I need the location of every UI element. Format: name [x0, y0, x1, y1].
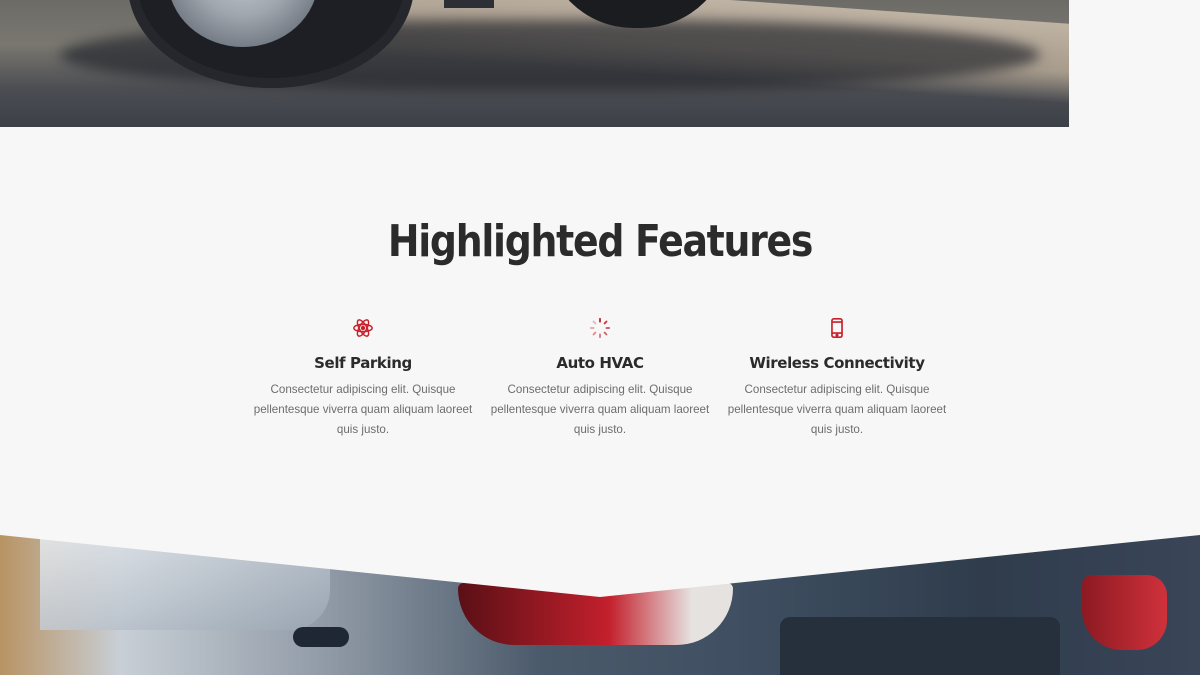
- section-title: Highlighted Features: [387, 216, 814, 267]
- atom-icon: [353, 319, 373, 337]
- feature-title: Self Parking: [314, 354, 412, 372]
- feature-title: Auto HVAC: [556, 354, 644, 372]
- feature-title: Wireless Connectivity: [749, 354, 925, 372]
- mobile-phone-icon: [831, 318, 843, 338]
- door-handle: [293, 627, 349, 647]
- feature-self-parking: Self Parking Consectetur adipiscing elit…: [244, 316, 482, 440]
- feature-auto-hvac: Auto HVAC Consectetur adipiscing elit. Q…: [481, 316, 719, 440]
- feature-description: Consectetur adipiscing elit. Quisque pel…: [727, 383, 947, 436]
- feature-description: Consectetur adipiscing elit. Quisque pel…: [253, 383, 473, 436]
- rear-hatch: [780, 617, 1060, 675]
- tail-light-right: [1082, 575, 1167, 650]
- car-body-edge: [444, 0, 494, 8]
- hero-image-bottom: [0, 535, 1200, 675]
- feature-wireless-connectivity: Wireless Connectivity Consectetur adipis…: [718, 316, 956, 440]
- feature-description: Consectetur adipiscing elit. Quisque pel…: [490, 383, 710, 436]
- spinner-icon: [589, 317, 611, 339]
- hero-image-top: [0, 0, 1069, 127]
- features-grid: Self Parking Consectetur adipiscing elit…: [244, 316, 956, 456]
